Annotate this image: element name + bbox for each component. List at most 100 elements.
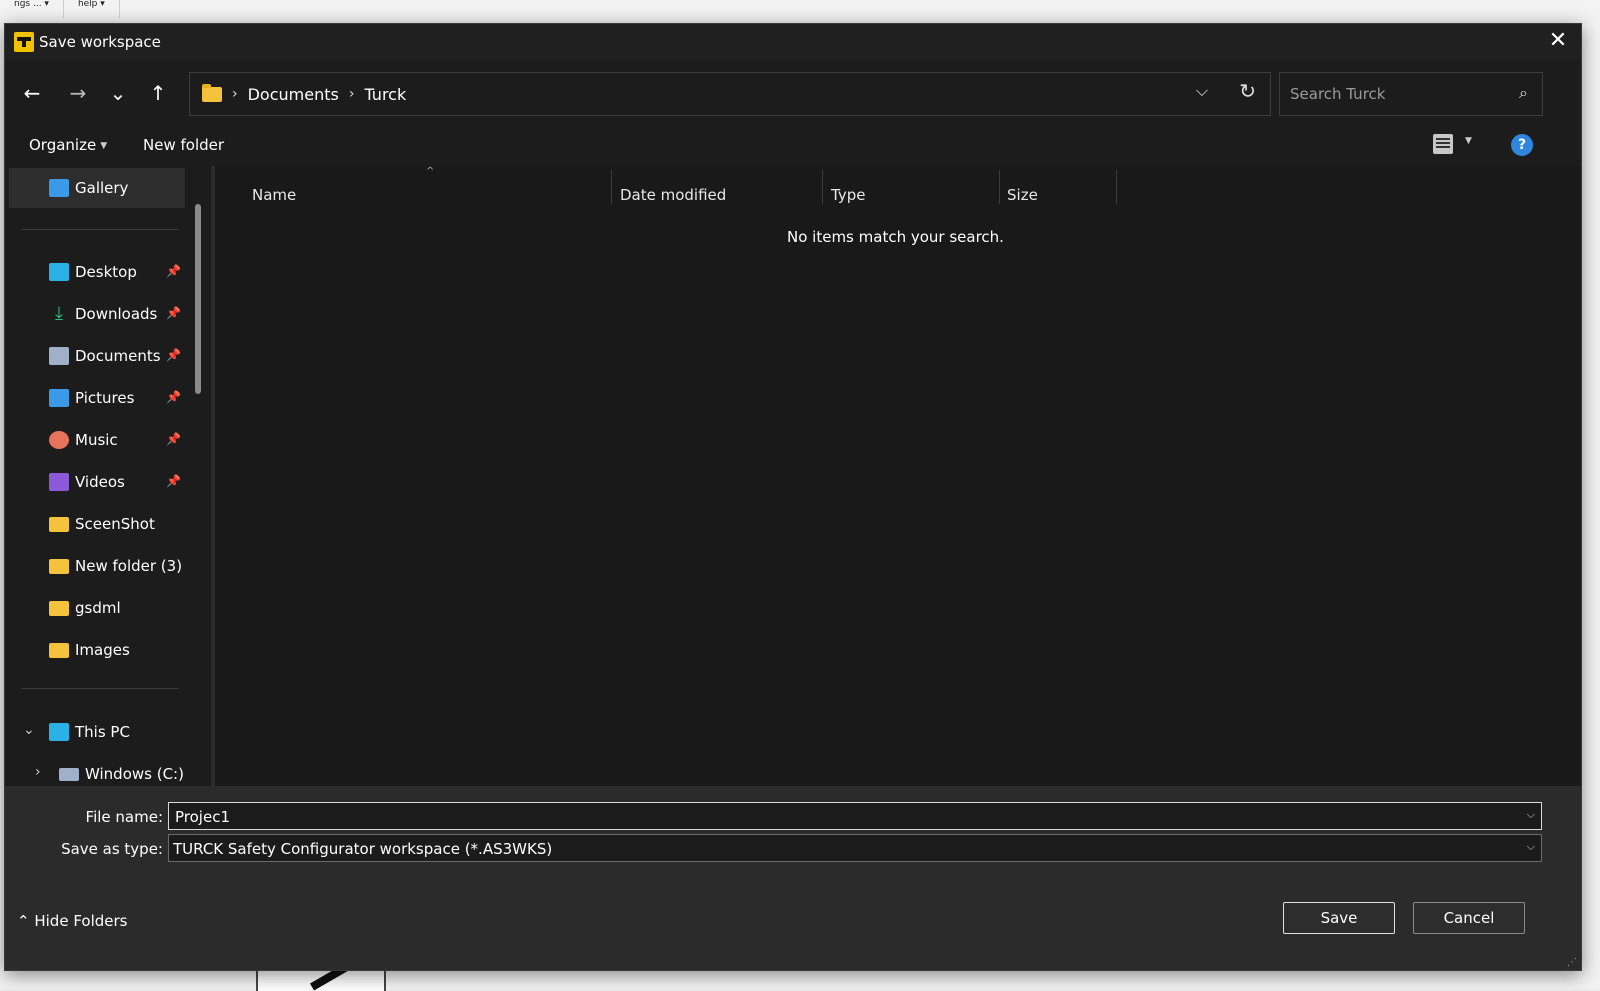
pin-icon[interactable]: 📌 bbox=[166, 474, 181, 488]
command-bar: Organize ▼ New folder ▼ ? bbox=[5, 124, 1581, 166]
refresh-icon[interactable]: ↻ bbox=[1239, 79, 1256, 103]
resize-grip-icon[interactable]: ⋰ bbox=[1567, 957, 1577, 968]
sidebar-item-desktop[interactable]: Desktop 📌 bbox=[9, 252, 185, 292]
turck-app-icon bbox=[14, 32, 34, 52]
column-header-type[interactable]: Type bbox=[831, 186, 865, 204]
view-options-icon[interactable] bbox=[1433, 134, 1453, 154]
sidebar-item-downloads[interactable]: ⤓ Downloads 📌 bbox=[9, 294, 185, 334]
pictures-icon bbox=[49, 389, 69, 407]
sidebar-item-label: This PC bbox=[75, 723, 130, 741]
caret-down-icon: ▼ bbox=[100, 140, 108, 151]
sidebar-item-windows-c[interactable]: Windows (C:) bbox=[19, 754, 195, 786]
sidebar-item-gsdml[interactable]: gsdml bbox=[9, 588, 185, 628]
column-header-size[interactable]: Size bbox=[1007, 186, 1038, 204]
background-menu-item: ngs ... ▾ bbox=[0, 0, 64, 18]
search-input[interactable] bbox=[1288, 84, 1502, 104]
computer-icon bbox=[49, 723, 69, 741]
downloads-icon: ⤓ bbox=[55, 303, 63, 324]
save-as-type-select[interactable]: TURCK Safety Configurator workspace (*.A… bbox=[168, 834, 1542, 862]
close-button[interactable]: ✕ bbox=[1543, 28, 1573, 56]
pin-icon[interactable]: 📌 bbox=[166, 432, 181, 446]
folder-icon bbox=[49, 558, 69, 574]
save-button[interactable]: Save bbox=[1283, 902, 1395, 934]
sidebar-item-label: Windows (C:) bbox=[85, 765, 184, 783]
column-divider[interactable] bbox=[999, 170, 1000, 204]
save-as-type-label: Save as type: bbox=[61, 840, 163, 858]
organize-button[interactable]: Organize ▼ bbox=[29, 136, 107, 154]
sidebar-item-new-folder-3[interactable]: New folder (3) bbox=[9, 546, 185, 586]
sidebar-item-documents[interactable]: Documents 📌 bbox=[9, 336, 185, 376]
save-options-panel: File name: ⌵ Save as type: TURCK Safety … bbox=[5, 786, 1581, 970]
column-divider[interactable] bbox=[611, 170, 612, 204]
empty-results-message: No items match your search. bbox=[787, 228, 1004, 246]
address-bar[interactable]: › Documents › Turck ⌵ ↻ bbox=[189, 72, 1271, 116]
forward-button[interactable]: → bbox=[63, 78, 93, 108]
back-button[interactable]: ← bbox=[17, 78, 47, 108]
title-bar: Save workspace ✕ bbox=[5, 24, 1581, 60]
background-menu-help: help ▾ bbox=[64, 0, 120, 18]
chevron-up-icon: ⌃ bbox=[17, 912, 30, 930]
sidebar-item-music[interactable]: Music 📌 bbox=[9, 420, 185, 460]
forward-arrow-icon: → bbox=[69, 81, 87, 105]
sort-ascending-icon: ^ bbox=[426, 166, 435, 177]
sidebar-item-pictures[interactable]: Pictures 📌 bbox=[9, 378, 185, 418]
help-icon[interactable]: ? bbox=[1511, 134, 1533, 156]
documents-icon bbox=[49, 347, 69, 365]
hide-folders-button[interactable]: ⌃ Hide Folders bbox=[17, 912, 128, 930]
sidebar-item-videos[interactable]: Videos 📌 bbox=[9, 462, 185, 502]
chevron-down-icon: ⌄ bbox=[109, 81, 127, 105]
music-icon bbox=[49, 431, 69, 449]
sidebar-item-label: Gallery bbox=[75, 179, 129, 197]
save-dialog: Save workspace ✕ ← → ⌄ ↑ › Documents › T… bbox=[4, 23, 1582, 971]
pin-icon[interactable]: 📌 bbox=[166, 264, 181, 278]
navigation-bar: ← → ⌄ ↑ › Documents › Turck ⌵ ↻ ⌕ bbox=[5, 60, 1581, 124]
sidebar-item-label: Videos bbox=[75, 473, 125, 491]
sidebar-item-label: Documents bbox=[75, 347, 161, 365]
view-options-caret-icon[interactable]: ▼ bbox=[1465, 136, 1472, 146]
search-box[interactable]: ⌕ bbox=[1279, 72, 1543, 116]
breadcrumb-chevron-icon: › bbox=[348, 86, 355, 102]
file-name-input[interactable] bbox=[173, 807, 1497, 827]
recent-locations-button[interactable]: ⌄ bbox=[103, 78, 133, 108]
sidebar-item-images[interactable]: Images bbox=[9, 630, 185, 670]
folder-icon bbox=[49, 642, 69, 658]
sidebar-item-gallery[interactable]: Gallery bbox=[9, 168, 185, 208]
sidebar-item-label: Downloads bbox=[75, 305, 158, 323]
file-name-label: File name: bbox=[85, 808, 163, 826]
search-icon[interactable]: ⌕ bbox=[1519, 83, 1528, 103]
chevron-down-icon[interactable]: ⌵ bbox=[1527, 808, 1535, 822]
sidebar-item-label: New folder (3) bbox=[75, 557, 183, 575]
file-name-combobox[interactable]: ⌵ bbox=[168, 802, 1542, 830]
up-button[interactable]: ↑ bbox=[143, 78, 173, 108]
drive-icon bbox=[59, 767, 79, 781]
navigation-pane: Gallery Desktop 📌 ⤓ Downloads 📌 Document… bbox=[5, 166, 211, 786]
sidebar-scrollbar[interactable] bbox=[195, 204, 201, 394]
pin-icon[interactable]: 📌 bbox=[166, 306, 181, 320]
up-arrow-icon: ↑ bbox=[149, 81, 167, 105]
column-header-date-modified[interactable]: Date modified bbox=[620, 186, 726, 204]
pin-icon[interactable]: 📌 bbox=[166, 348, 181, 362]
folder-icon bbox=[49, 600, 69, 616]
address-history-chevron-icon[interactable]: ⌵ bbox=[1196, 81, 1208, 101]
new-folder-button[interactable]: New folder bbox=[143, 136, 224, 154]
column-header-name[interactable]: Name bbox=[252, 186, 296, 204]
column-divider[interactable] bbox=[822, 170, 823, 204]
gallery-icon bbox=[49, 179, 69, 197]
pin-icon[interactable]: 📌 bbox=[166, 390, 181, 404]
background-menu-bar: ngs ... ▾ help ▾ bbox=[0, 0, 120, 22]
sidebar-item-label: Desktop bbox=[75, 263, 137, 281]
column-divider[interactable] bbox=[1116, 170, 1117, 204]
sidebar-item-this-pc[interactable]: This PC bbox=[9, 712, 185, 752]
chevron-down-icon[interactable]: ⌵ bbox=[1527, 840, 1535, 854]
sidebar-item-label: Pictures bbox=[75, 389, 135, 407]
breadcrumb-documents[interactable]: Documents bbox=[248, 85, 339, 104]
hide-folders-label: Hide Folders bbox=[34, 912, 128, 930]
sidebar-item-label: gsdml bbox=[75, 599, 121, 617]
back-arrow-icon: ← bbox=[23, 81, 41, 105]
breadcrumb-turck[interactable]: Turck bbox=[364, 85, 406, 104]
dialog-title: Save workspace bbox=[39, 33, 161, 51]
cancel-button[interactable]: Cancel bbox=[1413, 902, 1525, 934]
sidebar-item-sceenshot[interactable]: SceenShot bbox=[9, 504, 185, 544]
breadcrumb-chevron-icon: › bbox=[232, 86, 238, 102]
desktop-icon bbox=[49, 263, 69, 281]
